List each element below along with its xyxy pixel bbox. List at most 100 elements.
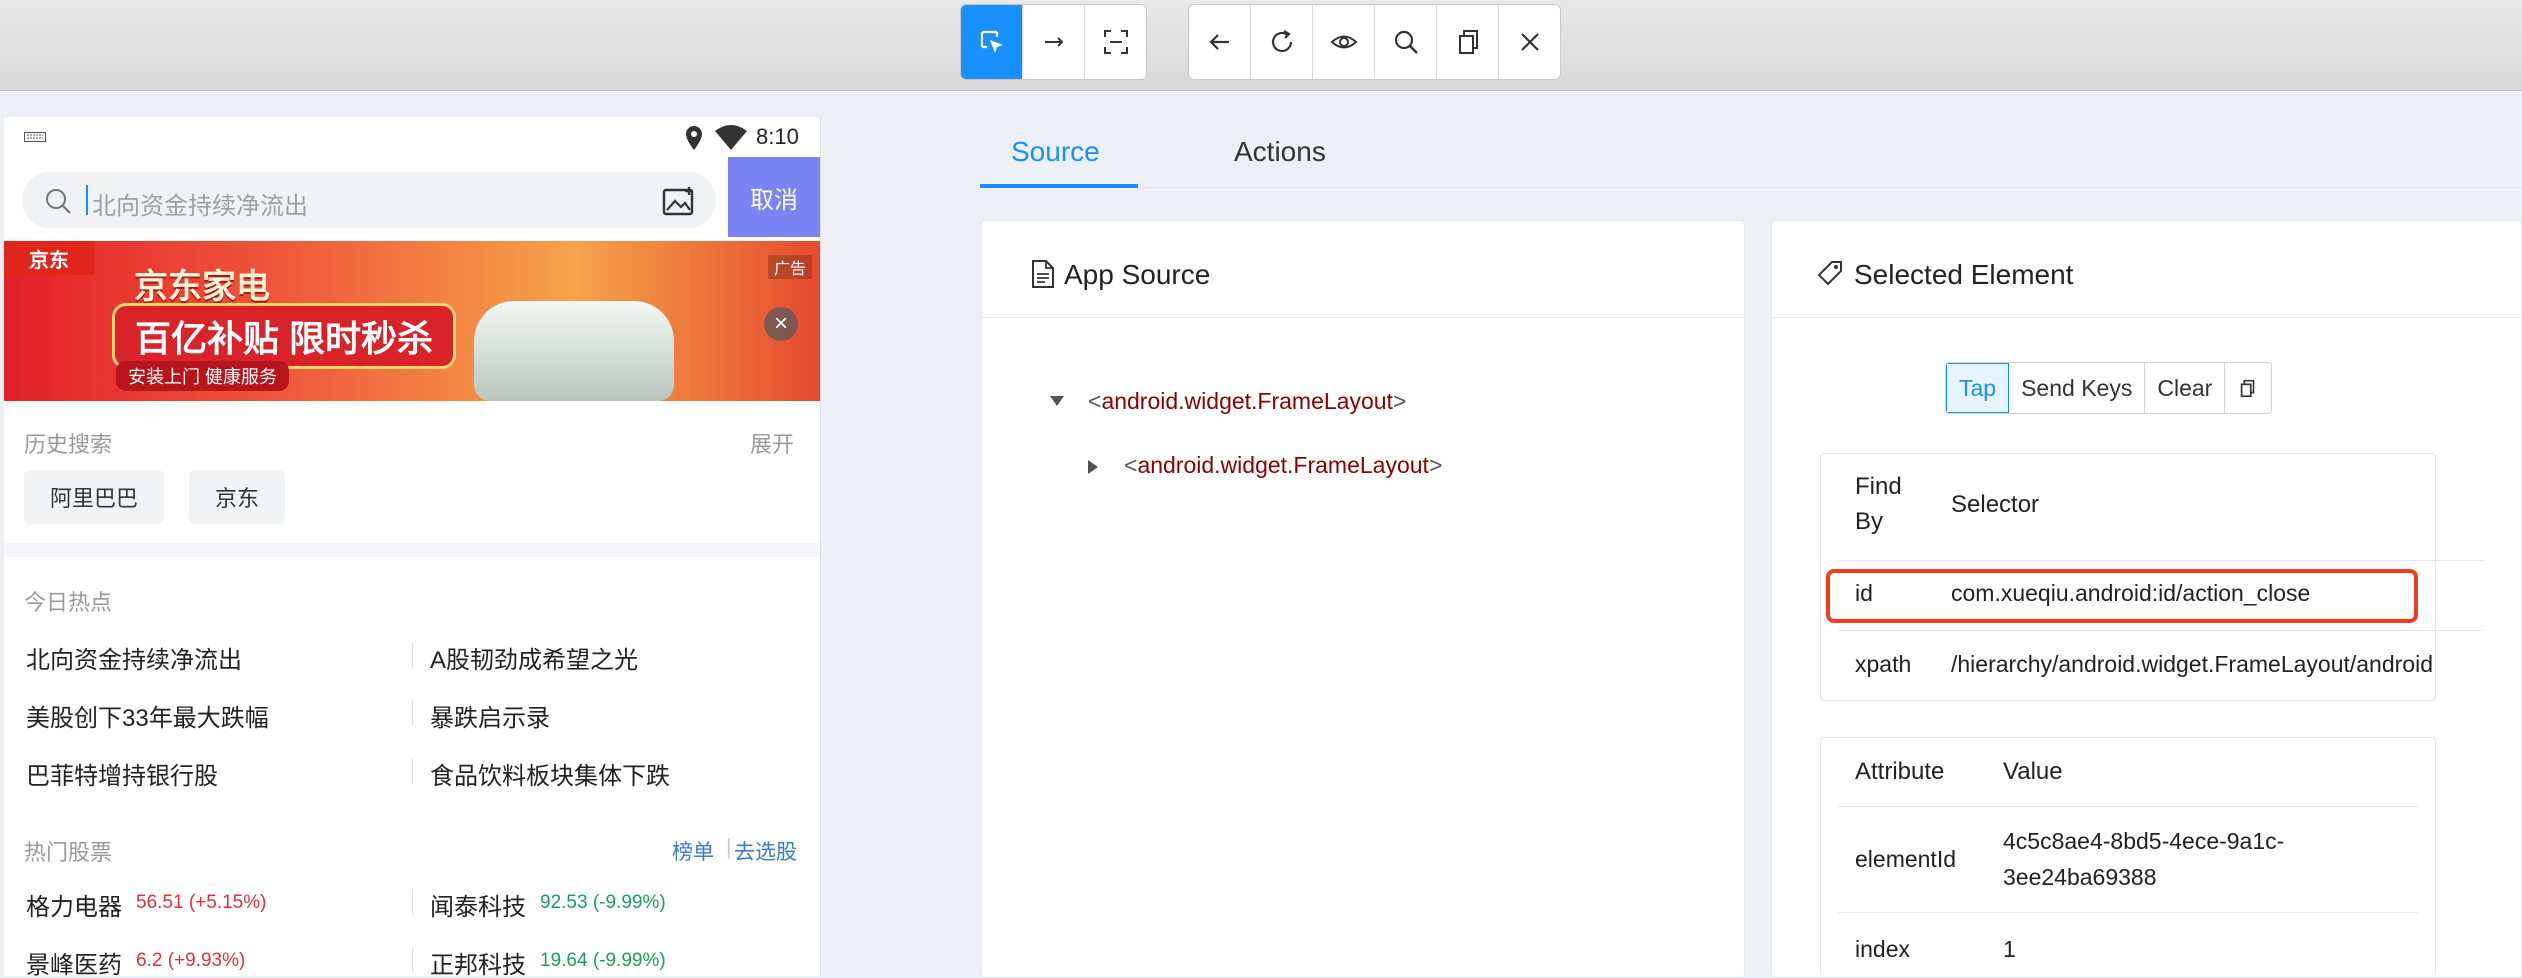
stock-name[interactable]: 正邦科技 — [430, 945, 526, 976]
app-source-panel: App Source <android.widget.FrameLayout> … — [981, 220, 1745, 978]
ad-label: 广告 — [768, 255, 813, 279]
hot-topic-item[interactable]: A股韧劲成希望之光 — [430, 640, 638, 675]
column-divider — [412, 889, 413, 915]
row-divider — [1838, 560, 2484, 561]
select-element-button[interactable] — [961, 5, 1023, 79]
copy-xml-button[interactable] — [1437, 5, 1499, 79]
interaction-mode-group — [960, 4, 1147, 80]
hot-topic-item[interactable]: 食品饮料板块集体下跌 — [430, 756, 670, 791]
history-expand-link[interactable]: 展开 — [750, 427, 794, 459]
close-icon — [1520, 33, 1539, 51]
stock-name[interactable]: 闻泰科技 — [430, 887, 526, 922]
location-icon — [686, 126, 702, 150]
back-arrow-icon — [1208, 34, 1229, 50]
tree-node[interactable]: <android.widget.FrameLayout> — [1088, 388, 1406, 415]
value-cell: 3ee24ba69388 — [2003, 864, 2157, 890]
column-divider — [412, 700, 413, 726]
quit-session-button[interactable] — [1499, 5, 1560, 79]
column-divider — [412, 947, 413, 973]
banner-brand: 京东 — [4, 241, 94, 275]
rank-link[interactable]: 榜单 — [672, 836, 714, 866]
stock-name[interactable]: 格力电器 — [26, 887, 122, 922]
banner-subtitle: 安装上门 健康服务 — [116, 361, 290, 391]
tab-source[interactable]: Source — [1011, 136, 1100, 168]
value-cell: 4c5c8ae4-8bd5-4ece-9a1c- — [2003, 828, 2285, 854]
banner-close-icon[interactable]: × — [764, 307, 798, 341]
search-input[interactable]: 北向资金持续净流出 — [22, 172, 716, 228]
tree-node[interactable]: <android.widget.FrameLayout> — [1124, 452, 1442, 479]
column-divider — [412, 758, 413, 784]
inspector-toolbar — [0, 0, 2522, 91]
app-source-title: App Source — [1064, 259, 1211, 290]
image-search-icon[interactable] — [662, 185, 698, 217]
back-button[interactable] — [1189, 5, 1251, 79]
banner-product-image — [474, 301, 674, 401]
active-tab-indicator — [980, 184, 1138, 188]
eye-icon — [1330, 35, 1357, 49]
pick-stocks-link[interactable]: 去选股 — [734, 836, 797, 866]
select-element-icon — [980, 30, 1003, 53]
cancel-button[interactable]: 取消 — [728, 157, 820, 237]
selected-element-title: Selected Element — [1854, 259, 2074, 290]
value-header: Value — [2003, 758, 2063, 785]
history-label: 历史搜索 — [24, 432, 113, 457]
refresh-button[interactable] — [1251, 5, 1313, 79]
keyboard-icon — [24, 132, 46, 142]
tab-actions[interactable]: Actions — [1234, 136, 1326, 168]
hot-topics-label: 今日热点 — [24, 590, 113, 615]
tab-bar-line — [980, 187, 2522, 188]
column-divider — [412, 642, 413, 668]
stock-quote: 92.53 (-9.99%) — [540, 892, 666, 913]
stock-quote: 56.51 (+5.15%) — [136, 892, 267, 913]
device-screenshot[interactable]: 8:10 北向资金持续净流出 取消 京东 京东家电 百亿补贴 限时秒杀 安装上门… — [4, 117, 821, 976]
history-chip[interactable]: 京东 — [189, 470, 286, 524]
stock-name[interactable]: 景峰医药 — [26, 945, 122, 976]
wifi-icon — [715, 125, 747, 150]
row-divider — [1838, 806, 2418, 807]
refresh-icon — [1271, 30, 1292, 53]
toggle-visibility-button[interactable] — [1313, 5, 1375, 79]
find-by-header: Find — [1855, 473, 1902, 500]
search-element-button[interactable] — [1375, 5, 1437, 79]
tap-button[interactable]: Tap — [1946, 363, 2010, 413]
history-chip[interactable]: 阿里巴巴 — [24, 470, 165, 524]
swipe-arrow-icon — [1044, 37, 1063, 47]
copy-attributes-button[interactable] — [2225, 363, 2271, 413]
hot-topic-item[interactable]: 北向资金持续净流出 — [26, 640, 242, 675]
banner-slogan: 百亿补贴 限时秒杀 — [112, 303, 457, 369]
find-by-cell: xpath — [1855, 651, 1912, 677]
tap-by-coordinates-icon — [1103, 30, 1128, 54]
search-icon — [1394, 30, 1418, 54]
send-keys-button[interactable]: Send Keys — [2009, 363, 2146, 413]
selection-highlight-box — [1826, 569, 2418, 623]
hot-topic-item[interactable]: 暴跌启示录 — [430, 698, 550, 733]
stock-quote: 19.64 (-9.99%) — [540, 950, 666, 971]
row-divider — [1838, 630, 2484, 631]
text-cursor — [86, 185, 88, 215]
ad-banner[interactable]: 京东 京东家电 百亿补贴 限时秒杀 安装上门 健康服务 广告 × — [4, 241, 820, 401]
hot-topic-item[interactable]: 美股创下33年最大跌幅 — [26, 698, 269, 733]
expand-caret-icon[interactable] — [1086, 458, 1100, 476]
swipe-button[interactable] — [1023, 5, 1085, 79]
hot-stocks-label: 热门股票 — [24, 840, 113, 865]
find-by-header: By — [1855, 508, 1884, 535]
selected-element-header: Selected Element — [1772, 221, 2521, 318]
status-time: 8:10 — [756, 124, 799, 149]
copy-icon — [2241, 379, 2255, 398]
tap-coordinates-button[interactable] — [1085, 5, 1146, 79]
search-icon — [46, 189, 71, 214]
attribute-header: Attribute — [1855, 758, 1945, 785]
tag-icon — [1818, 261, 1842, 286]
value-cell: 1 — [2003, 936, 2016, 962]
stock-quote: 6.2 (+9.93%) — [136, 950, 246, 971]
selector-header: Selector — [1951, 491, 2040, 518]
clear-button[interactable]: Clear — [2145, 363, 2226, 413]
hot-topic-item[interactable]: 巴菲特增持银行股 — [26, 756, 218, 791]
attribute-cell: index — [1855, 936, 1910, 962]
section-divider — [4, 543, 820, 557]
banner-title: 京东家电 — [134, 268, 270, 306]
selector-cell[interactable]: /hierarchy/android.widget.FrameLayout/an… — [1951, 651, 2433, 678]
collapse-caret-icon[interactable] — [1048, 394, 1066, 408]
app-source-header: App Source — [982, 221, 1744, 318]
attribute-cell: elementId — [1855, 846, 1957, 872]
